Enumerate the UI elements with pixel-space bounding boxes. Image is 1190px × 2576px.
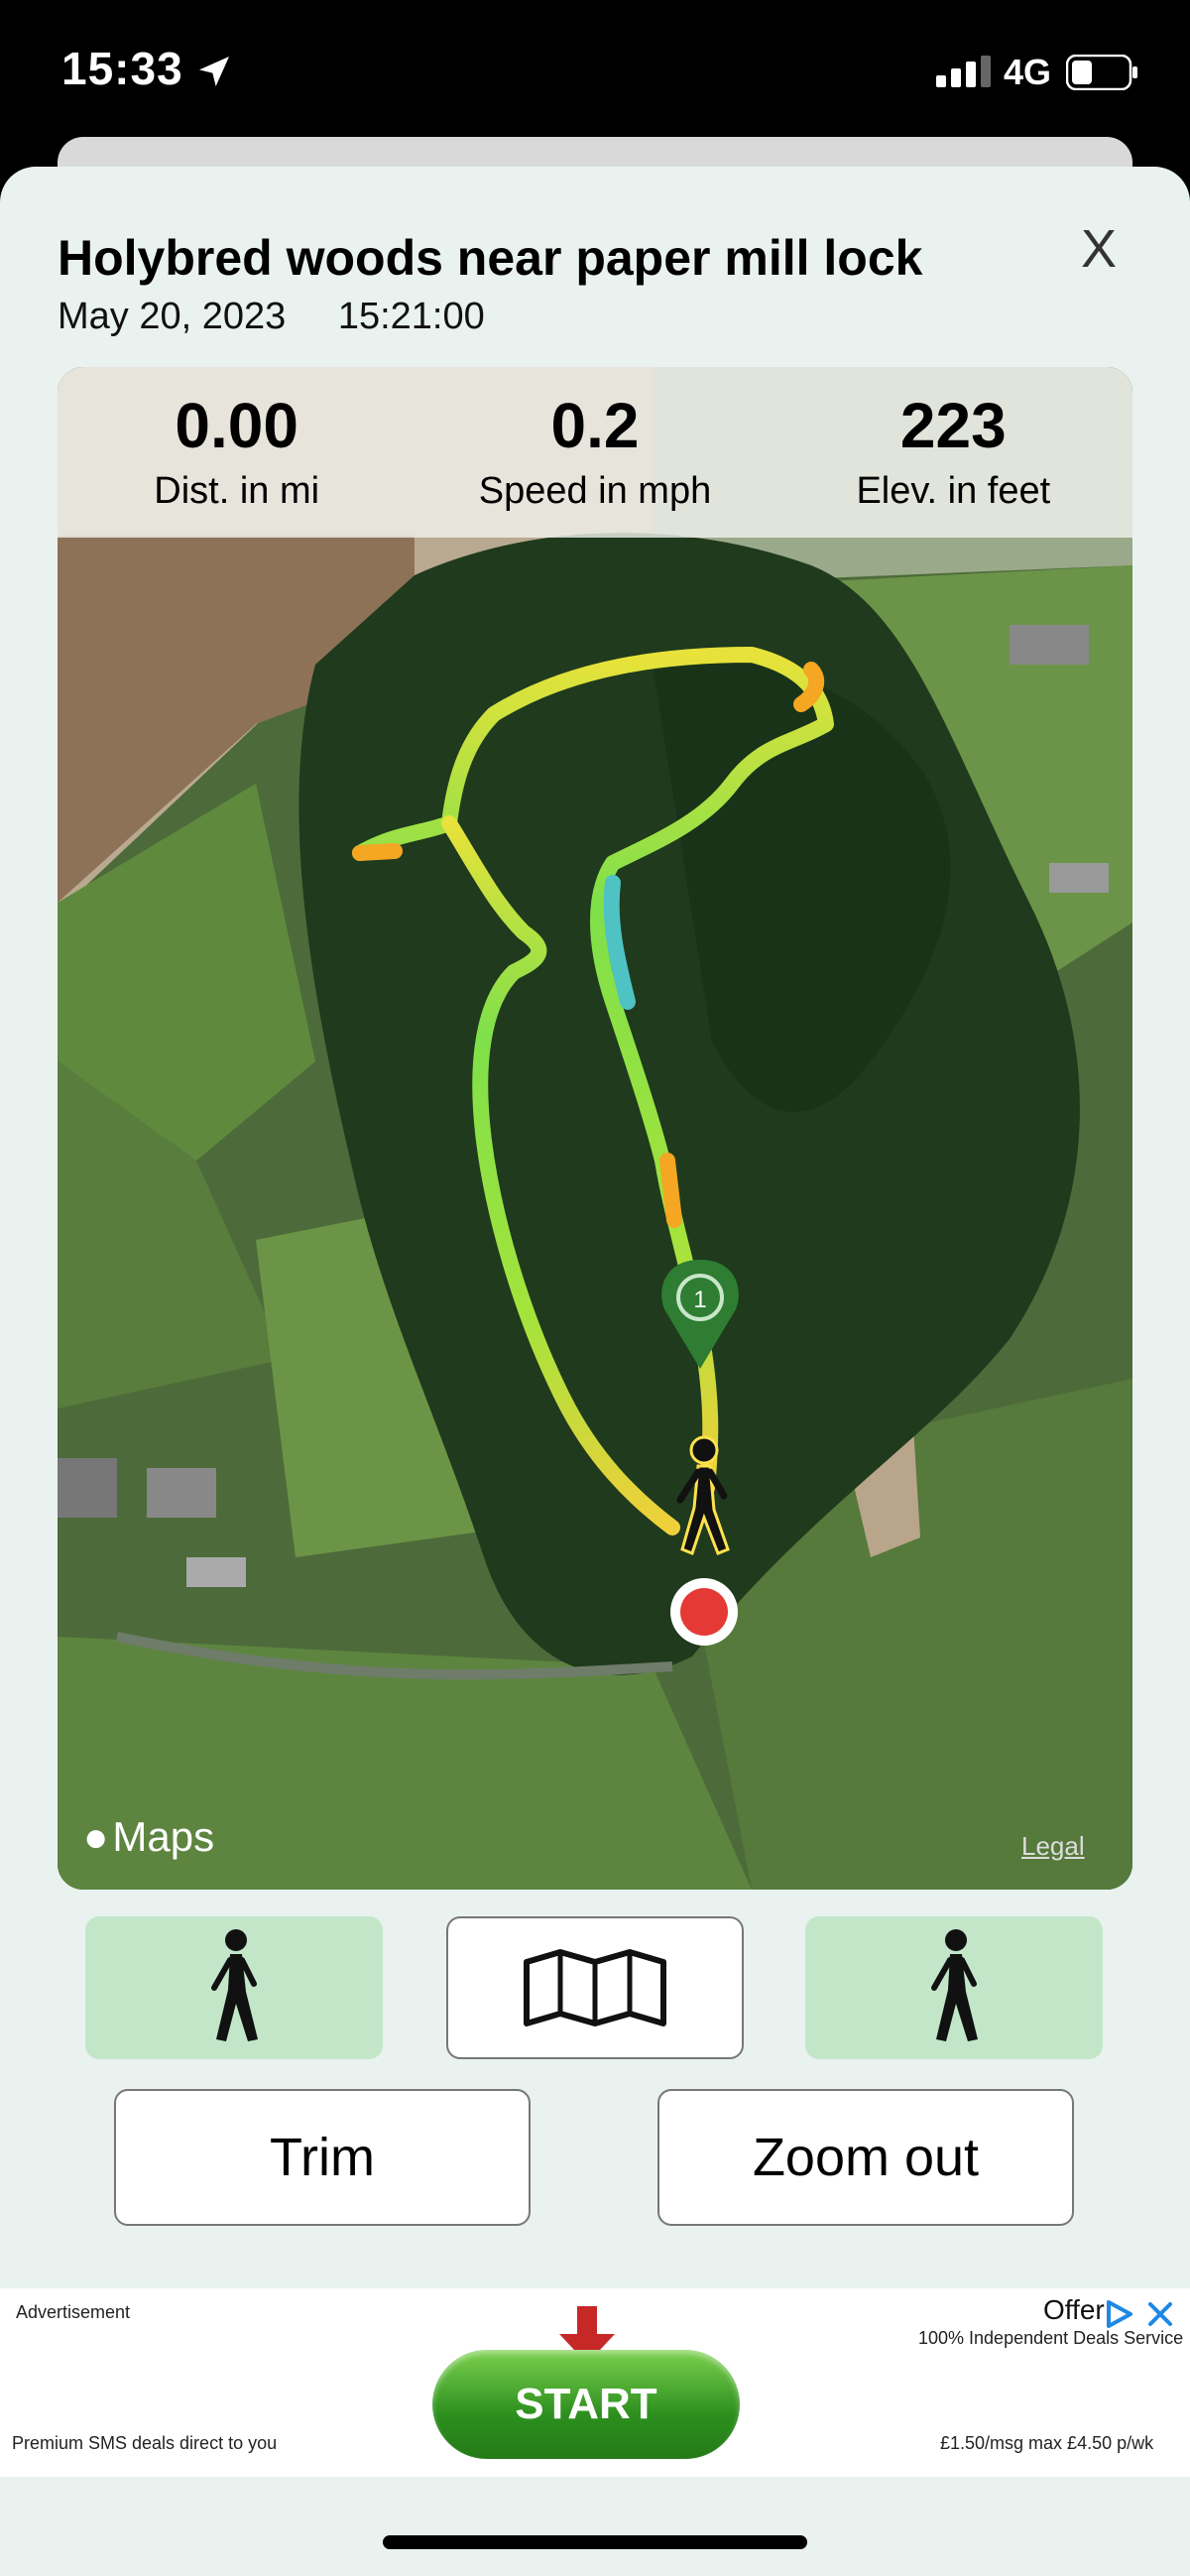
stat-value: 0.2 (550, 390, 640, 461)
map-icon (524, 1949, 666, 2026)
network-label: 4G (1004, 52, 1052, 92)
battery-icon (1066, 55, 1137, 90)
trim-button[interactable]: Trim (114, 2089, 531, 2226)
route-map[interactable]: 1 0.00 Dist. in mi 0.2 Speed in mph 223 (58, 367, 1132, 1890)
maps-label: Maps (112, 1813, 215, 1860)
stat-speed: 0.2 Speed in mph (416, 367, 774, 538)
page-title: Holybred woods near paper mill lock (58, 230, 923, 286)
start-marker-label: 1 (693, 1287, 706, 1313)
ad-disclaimer-right: £1.50/msg max £4.50 p/wk (940, 2433, 1154, 2453)
adchoices-icon[interactable] (1103, 2298, 1134, 2330)
ad-disclaimer-left: Premium SMS deals direct to you (12, 2433, 278, 2453)
track-datetime: May 20, 2023 15:21:00 (58, 296, 485, 338)
zoom-out-button[interactable]: Zoom out (657, 2089, 1074, 2226)
track-date: May 20, 2023 (58, 296, 287, 337)
stat-elevation: 223 Elev. in feet (774, 367, 1132, 538)
apple-logo-icon: ● (83, 1813, 109, 1860)
map-view-button[interactable] (446, 1916, 744, 2059)
stat-label: Dist. in mi (154, 470, 320, 512)
stat-value: 0.00 (175, 390, 298, 461)
track-time: 15:21:00 (337, 296, 485, 337)
stat-value: 223 (899, 390, 1007, 461)
advertisement-banner[interactable]: Advertisement START Offer 100% Independe… (0, 2288, 1190, 2477)
stats-bar: 0.00 Dist. in mi 0.2 Speed in mph 223 El… (58, 367, 1132, 538)
ad-subtext: 100% Independent Deals Service (918, 2328, 1184, 2348)
track-detail-sheet: Holybred woods near paper mill lock X Ma… (0, 167, 1190, 2576)
close-ad-icon[interactable] (1144, 2298, 1176, 2330)
status-time: 15:33 (61, 43, 183, 94)
ad-offer: Offer (1043, 2294, 1105, 2325)
walker-icon (211, 1929, 258, 2041)
signal-icon (936, 56, 991, 87)
close-button[interactable]: X (1081, 218, 1117, 280)
stat-distance: 0.00 Dist. in mi (58, 367, 416, 538)
maps-attribution: ● Maps (83, 1813, 214, 1861)
stat-label: Elev. in feet (856, 470, 1051, 512)
location-arrow-icon (199, 57, 229, 86)
satellite-map[interactable]: 1 (58, 367, 1132, 1890)
legal-link[interactable]: Legal (1021, 1831, 1085, 1862)
walk-mode-button-left[interactable] (85, 1916, 383, 2059)
home-indicator[interactable] (383, 2535, 807, 2549)
ad-start-button[interactable]: START (432, 2350, 740, 2459)
walk-mode-button-right[interactable] (805, 1916, 1103, 2059)
ad-label: Advertisement (16, 2302, 131, 2322)
walker-icon (931, 1929, 978, 2041)
status-bar: 15:33 4G (0, 0, 1190, 139)
stat-label: Speed in mph (478, 470, 712, 512)
